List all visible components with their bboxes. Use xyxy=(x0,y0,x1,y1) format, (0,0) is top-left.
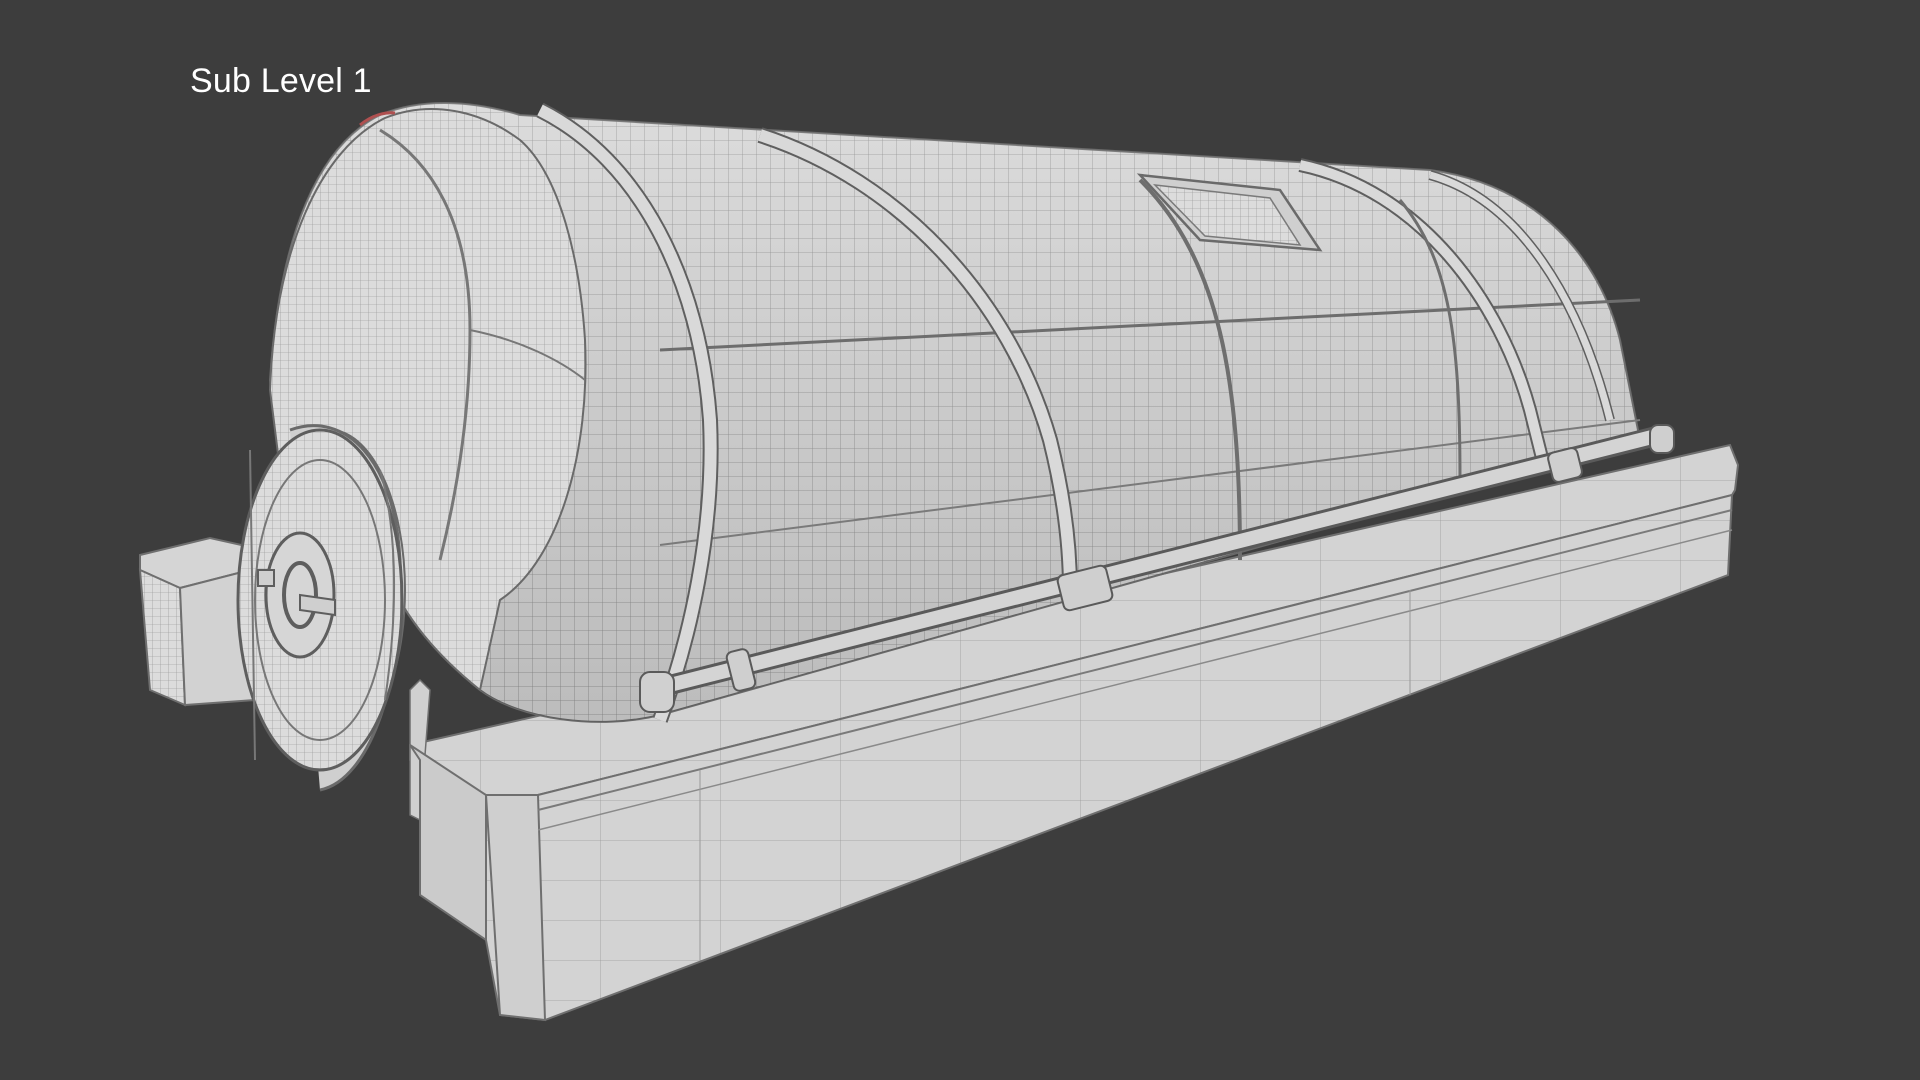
end-door xyxy=(236,424,406,792)
3d-viewport[interactable]: Sub Level 1 xyxy=(0,0,1920,1080)
capsule-model-render[interactable] xyxy=(0,0,1920,1080)
